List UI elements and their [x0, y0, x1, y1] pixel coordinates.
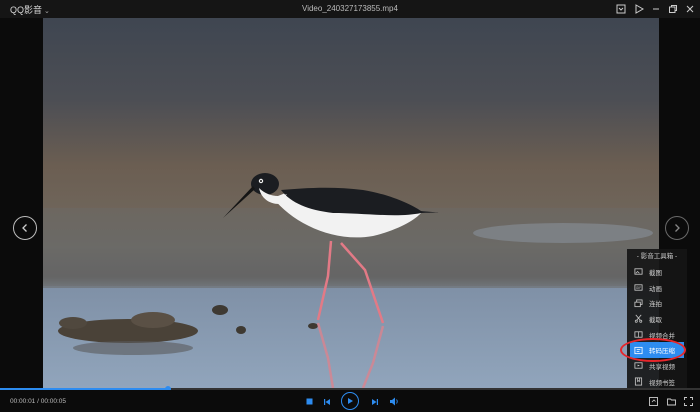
skip-next-icon: [371, 398, 378, 405]
tool-item-burst[interactable]: 连拍: [627, 295, 687, 311]
tool-item-label: 动画: [649, 285, 662, 293]
next-video-button[interactable]: [665, 216, 689, 240]
tools-panel-title: - 影音工具箱 -: [636, 253, 678, 260]
tool-item-screenshot[interactable]: 截图: [627, 264, 687, 280]
volume-button[interactable]: [388, 396, 399, 406]
gif-icon: GIF: [634, 284, 643, 291]
stop-icon: [306, 398, 313, 405]
playlist-icon[interactable]: [614, 2, 628, 16]
chevron-left-icon: [22, 224, 27, 232]
highlight-circle: [620, 338, 686, 362]
total-time: 00:00:05: [40, 398, 67, 405]
stop-button[interactable]: [305, 397, 314, 406]
tool-item-label: 共享视频: [649, 363, 675, 371]
folder-icon: [666, 398, 676, 405]
tool-item-label: 视频书签: [649, 379, 675, 387]
window-title: Video_240327173855.mp4: [302, 4, 398, 13]
skip-previous-icon: [323, 398, 330, 405]
time-display: 00:00:01 / 00:00:05: [10, 398, 66, 405]
burst-icon: [634, 299, 643, 307]
fullscreen-button[interactable]: [683, 396, 693, 406]
volume-icon: [389, 397, 398, 405]
screenshot-icon: [634, 268, 643, 275]
next-button[interactable]: [370, 397, 379, 406]
control-bar: 00:00:01 / 00:00:05: [0, 390, 700, 412]
open-file-button[interactable]: [666, 396, 676, 406]
tool-item-label: 截图: [649, 269, 662, 277]
current-time: 00:00:01: [10, 398, 36, 405]
share-icon: [634, 362, 643, 370]
toolbox-button[interactable]: [648, 396, 658, 406]
video-frame[interactable]: [43, 18, 659, 388]
restore-icon[interactable]: [666, 2, 680, 16]
close-icon[interactable]: [683, 2, 697, 16]
tools-panel: - 影音工具箱 - 截图 GIF 动画 连拍 截取 视频合并 转码压缩 共享视频…: [627, 249, 687, 390]
bookmark-icon: [634, 377, 643, 386]
tool-item-cut[interactable]: 截取: [627, 311, 687, 327]
chevron-right-icon: [675, 224, 680, 232]
previous-button[interactable]: [322, 397, 331, 406]
minimize-icon[interactable]: [649, 2, 663, 16]
svg-text:GIF: GIF: [636, 286, 641, 290]
video-scene: [43, 173, 659, 388]
tool-item-gif[interactable]: GIF 动画: [627, 280, 687, 296]
play-button[interactable]: [341, 392, 359, 410]
fullscreen-icon: [683, 396, 693, 406]
title-bar: QQ影音 ⌄ Video_240327173855.mp4: [0, 0, 700, 18]
toolbox-icon: [648, 396, 658, 406]
previous-video-button[interactable]: [13, 216, 37, 240]
tool-item-label: 连拍: [649, 301, 662, 309]
tool-item-label: 截取: [649, 316, 662, 324]
scissors-icon: [634, 315, 643, 324]
send-icon[interactable]: [632, 2, 646, 16]
play-icon: [348, 398, 353, 404]
